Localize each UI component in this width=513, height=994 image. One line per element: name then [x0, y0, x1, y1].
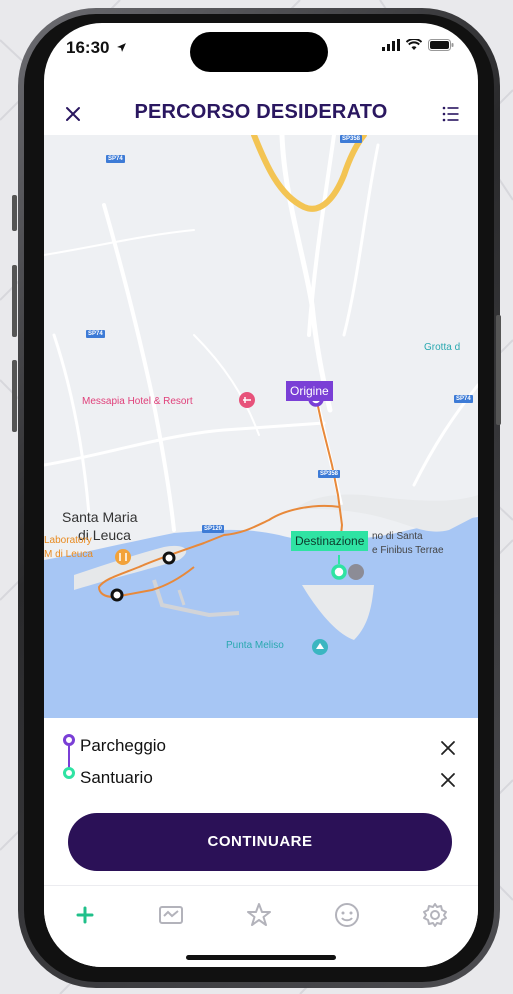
- phone-screen: 16:30 PERCORSO DESIDERATO SP74 SP74 SP74…: [44, 23, 478, 967]
- settings-icon[interactable]: [420, 900, 450, 930]
- page-title: PERCORSO DESIDERATO: [134, 101, 388, 123]
- parking-marker-2: [110, 588, 124, 602]
- grotta-label: Grotta d: [424, 342, 461, 353]
- santuario-label-line1: no di Santa: [372, 531, 423, 542]
- punta-label: Punta Meliso: [226, 640, 284, 651]
- road-sign: SP120: [202, 525, 225, 533]
- road-sign: SP74: [106, 155, 125, 163]
- add-icon[interactable]: [70, 900, 100, 930]
- volume-down-button: [12, 360, 17, 432]
- route-stop-list: Parcheggio Santuario: [44, 718, 478, 808]
- remove-destination-icon[interactable]: [438, 770, 458, 790]
- status-icons: [382, 39, 454, 51]
- town-label-line1: Santa Maria: [62, 509, 138, 525]
- status-bar: 16:30: [44, 23, 478, 83]
- location-arrow-icon: [117, 43, 127, 52]
- route-map[interactable]: SP74 SP74 SP74 SP358 SP358 SP120 Messapi…: [44, 135, 478, 718]
- origin-tag: Origine: [286, 381, 333, 401]
- wifi-icon: [406, 39, 422, 50]
- parking-marker: [162, 551, 176, 565]
- hotel-label: Messapia Hotel & Resort: [82, 396, 193, 407]
- laboratory-label-line2: M di Leuca: [44, 549, 93, 560]
- continue-button[interactable]: CONTINUARE: [68, 813, 452, 871]
- list-icon[interactable]: [438, 101, 464, 127]
- road-sign: SP74: [454, 395, 473, 403]
- road-sign: SP358: [318, 470, 341, 478]
- action-button: [12, 195, 17, 231]
- road-sign: SP74: [86, 330, 105, 338]
- santuario-label-line2: e Finibus Terrae: [372, 545, 444, 556]
- map-canvas: [44, 135, 478, 718]
- remove-origin-icon[interactable]: [438, 738, 458, 758]
- profile-icon[interactable]: [332, 900, 362, 930]
- dynamic-island: [190, 32, 328, 72]
- favorites-icon[interactable]: [244, 900, 274, 930]
- header: PERCORSO DESIDERATO: [44, 93, 478, 135]
- laboratory-label-line1: Laboratory: [44, 535, 92, 546]
- signal-icon: [382, 39, 400, 51]
- power-button: [496, 315, 501, 425]
- status-time: 16:30: [66, 38, 127, 58]
- route-connector-icon: [63, 734, 75, 779]
- road-sign: SP358: [340, 135, 363, 143]
- destination-tag: Destinazione: [291, 531, 369, 551]
- stop-destination-label[interactable]: Santuario: [80, 768, 153, 788]
- close-icon[interactable]: [58, 99, 88, 129]
- tickets-icon[interactable]: [156, 900, 186, 930]
- stop-origin-label[interactable]: Parcheggio: [80, 736, 166, 756]
- home-indicator[interactable]: [186, 955, 336, 960]
- volume-up-button: [12, 265, 17, 337]
- battery-icon: [428, 39, 454, 51]
